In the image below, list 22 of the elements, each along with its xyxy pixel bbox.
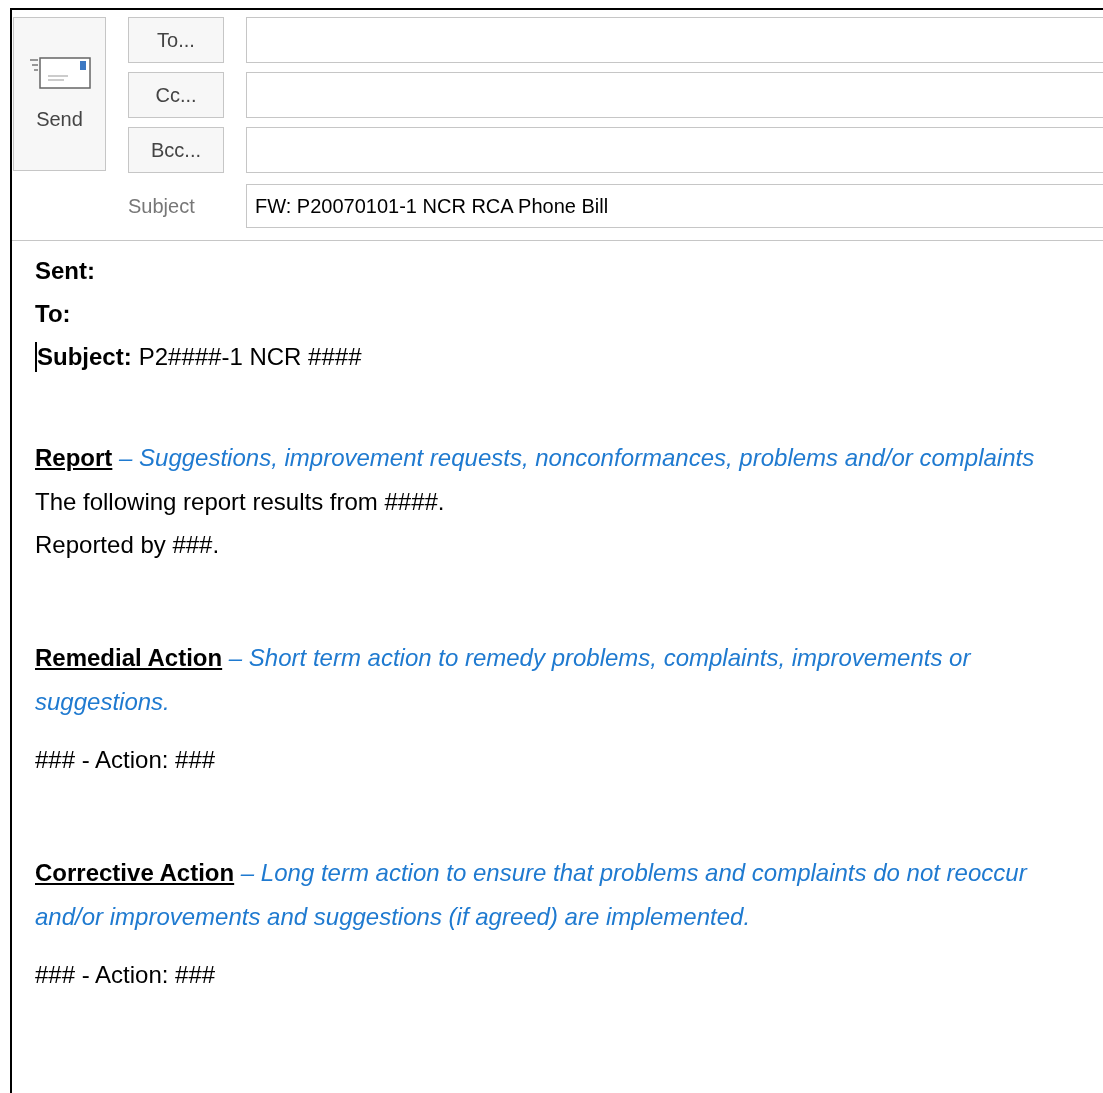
recipient-button[interactable]: Cc...: [128, 72, 224, 118]
section-intro: Remedial Action – Short term action to remedy problems, complaints, improvements or suggestions.: [35, 643, 973, 717]
recipient-field[interactable]: [246, 72, 1103, 118]
send-envelope-icon: [27, 54, 92, 90]
body-text: Reported by ###.: [35, 530, 221, 560]
header-label: To:: [35, 298, 71, 329]
body-text: The following report results from ####.: [35, 487, 446, 517]
recipient-field[interactable]: [246, 127, 1103, 173]
header-label: Sent:: [35, 255, 95, 286]
recipient-field[interactable]: [246, 17, 1103, 63]
text-cursor: [35, 341, 37, 372]
body-text: ### - Action: ###: [35, 960, 217, 990]
subject-field[interactable]: FW: P20070101-1 NCR RCA Phone Bill: [246, 184, 1103, 228]
subject-label: Subject: [128, 194, 196, 219]
header-label: Subject:: [37, 341, 132, 372]
recipient-button[interactable]: To...: [128, 17, 224, 63]
section-intro: Report – Suggestions, improvement requests, nonconformances, problems and/or complaints: [35, 443, 1036, 473]
send-button[interactable]: Send: [13, 17, 106, 171]
body-text: ### - Action: ###: [35, 745, 217, 775]
header-value: P2####-1 NCR ####: [138, 341, 362, 372]
recipient-button[interactable]: Bcc...: [128, 127, 224, 173]
section-intro: Corrective Action – Long term action to ensure that problems and complaints do not reoccur and/or improvements and suggestions (if agreed) are implemented.: [35, 858, 1029, 932]
